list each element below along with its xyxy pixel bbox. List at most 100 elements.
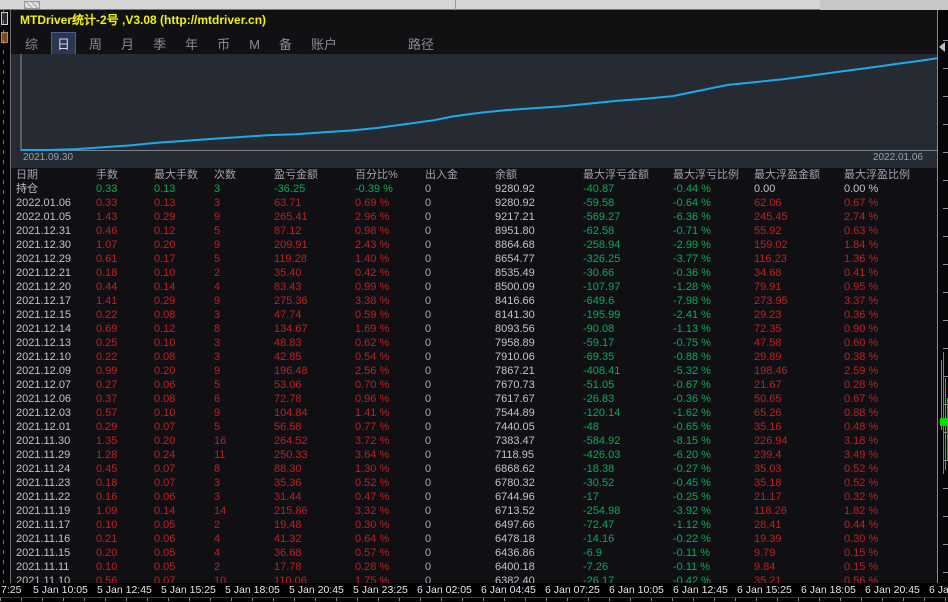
balance-chart: 2021.09.30 2022.01.06 [11,54,938,168]
row-cell: 8864.68 [495,238,583,252]
row-cell: -0.22 % [673,532,754,546]
row-cell: 16 [214,434,274,448]
table-row[interactable]: 2021.12.150.220.08347.740.59 %08141.30-1… [11,308,938,322]
table-row[interactable]: 2021.12.310.460.12587.120.98 %08951.80-6… [11,224,938,238]
table-row[interactable]: 2021.12.301.070.209209.912.43 %08864.68-… [11,238,938,252]
table-row[interactable]: 2021.12.090.990.209196.482.56 %07867.21-… [11,364,938,378]
row-cell: 0.12 [154,322,214,336]
table-row[interactable]: 2021.11.110.100.05217.780.28 %06400.18-7… [11,560,938,574]
row-cell: 0.90 % [844,322,934,336]
table-row[interactable]: 2021.12.010.290.07556.580.77 %07440.05-4… [11,420,938,434]
row-cell: 226.94 [754,434,844,448]
row-date: 2021.12.06 [16,392,96,406]
menu-item-M[interactable]: M [244,36,265,53]
row-cell: 0.37 [96,392,154,406]
row-cell: -195.99 [583,308,673,322]
table-row[interactable]: 2021.11.191.090.1414215.863.32 %06713.52… [11,504,938,518]
row-cell: 0 [425,490,495,504]
daily-stats-table: 日期手数最大手数次数盈亏金额百分比%出入金余额最大浮亏金额最大浮亏比例最大浮盈金… [11,168,938,583]
row-cell: 0.36 % [844,308,934,322]
row-cell: -0.88 % [673,350,754,364]
menu-item-路径[interactable]: 路径 [403,33,439,54]
row-cell: -26.17 [583,574,673,583]
row-cell: 0.29 [96,420,154,434]
menu-item-年[interactable]: 年 [180,33,203,54]
table-row[interactable]: 2021.11.220.160.06331.440.47 %06744.96-1… [11,490,938,504]
table-row[interactable]: 2021.12.130.250.10348.830.62 %07958.89-5… [11,336,938,350]
row-cell: -0.75 % [673,336,754,350]
row-cell: 0.56 [96,574,154,583]
toolbar-divider [455,0,456,10]
row-cell: 0.60 % [844,336,934,350]
row-cell: 19.48 [274,518,355,532]
row-cell: 0.17 [154,252,214,266]
row-cell: 0.13 [154,196,214,210]
row-cell: 1.75 % [355,574,425,583]
row-cell: 0 [425,476,495,490]
table-row[interactable]: 2022.01.051.430.299265.412.96 %09217.21-… [11,210,938,224]
row-date: 2021.12.21 [16,266,96,280]
row-cell: 0.27 [96,378,154,392]
table-row[interactable]: 2021.12.171.410.299275.363.38 %08416.66-… [11,294,938,308]
row-cell: 0.15 % [844,560,934,574]
row-cell: 0 [425,364,495,378]
menu-item-账户[interactable]: 账户 [306,33,342,54]
table-row[interactable]: 2021.12.100.220.08342.850.54 %07910.06-6… [11,350,938,364]
table-row[interactable]: 2021.11.160.210.06441.320.64 %06478.18-1… [11,532,938,546]
table-row[interactable]: 2021.12.290.610.175119.281.40 %08654.77-… [11,252,938,266]
menu-item-月[interactable]: 月 [116,33,139,54]
row-cell: 0 [425,182,495,196]
row-cell: -62.58 [583,224,673,238]
row-date: 2021.11.29 [16,448,96,462]
price-scale-ticks [943,40,948,580]
table-row[interactable]: 2021.11.291.280.2411250.333.64 %07118.95… [11,448,938,462]
menu-item-季[interactable]: 季 [148,33,171,54]
row-cell: 7958.89 [495,336,583,350]
row-cell: 7670.73 [495,378,583,392]
table-row[interactable]: 2021.12.210.180.10235.400.42 %08535.49-3… [11,266,938,280]
menu-item-备[interactable]: 备 [274,33,297,54]
row-date: 2021.12.29 [16,252,96,266]
table-row[interactable]: 2021.12.060.370.08672.780.96 %07617.67-2… [11,392,938,406]
row-cell: 0.07 [154,462,214,476]
menu-item-日[interactable]: 日 [52,33,75,54]
row-cell: -14.16 [583,532,673,546]
table-row[interactable]: 2021.12.200.440.14483.430.99 %08500.09-1… [11,280,938,294]
row-cell: 36.68 [274,546,355,560]
table-body[interactable]: 持仓0.330.133-36.25-0.39 %09280.92-40.87-0… [11,182,938,583]
table-row[interactable]: 2021.11.100.560.0710110.061.75 %06382.40… [11,574,938,583]
table-row[interactable]: 2021.11.150.200.05436.680.57 %06436.86-6… [11,546,938,560]
row-cell: 7617.67 [495,392,583,406]
row-cell: 0.33 [96,182,154,196]
row-cell: 0.99 % [355,280,425,294]
table-row[interactable]: 2021.11.170.100.05219.480.30 %06497.66-7… [11,518,938,532]
table-row[interactable]: 2022.01.060.330.13363.710.69 %09280.92-5… [11,196,938,210]
row-cell: 0.29 [154,294,214,308]
row-cell: -0.11 % [673,560,754,574]
table-row[interactable]: 2021.12.140.690.128134.671.69 %08093.56-… [11,322,938,336]
table-row[interactable]: 2021.11.230.180.07335.360.52 %06780.32-3… [11,476,938,490]
table-row[interactable]: 2021.11.240.450.07888.301.30 %06868.62-1… [11,462,938,476]
row-cell: 7910.06 [495,350,583,364]
row-cell: 28.41 [754,518,844,532]
table-row[interactable]: 2021.12.030.570.109104.841.41 %07544.89-… [11,406,938,420]
table-row[interactable]: 2021.11.301.350.2016264.523.72 %07383.47… [11,434,938,448]
row-cell: 9 [214,210,274,224]
row-cell: -90.08 [583,322,673,336]
column-header: 日期 [16,168,96,182]
row-cell: -0.67 % [673,378,754,392]
row-cell: 9 [214,406,274,420]
row-cell: 1.41 [96,294,154,308]
background-time-axis: 7:255 Jan 10:055 Jan 12:455 Jan 15:255 J… [0,583,948,597]
menu-item-综[interactable]: 综 [20,33,43,54]
row-cell: 9217.21 [495,210,583,224]
table-row[interactable]: 2021.12.070.270.06553.060.70 %07670.73-5… [11,378,938,392]
row-cell: 4 [214,546,274,560]
menu-item-币[interactable]: 币 [212,33,235,54]
row-cell: 0.38 % [844,350,934,364]
row-date: 2021.11.17 [16,518,96,532]
table-row[interactable]: 持仓0.330.133-36.25-0.39 %09280.92-40.87-0… [11,182,938,196]
menu-item-周[interactable]: 周 [84,33,107,54]
row-cell: -51.05 [583,378,673,392]
row-cell: -0.11 % [673,546,754,560]
